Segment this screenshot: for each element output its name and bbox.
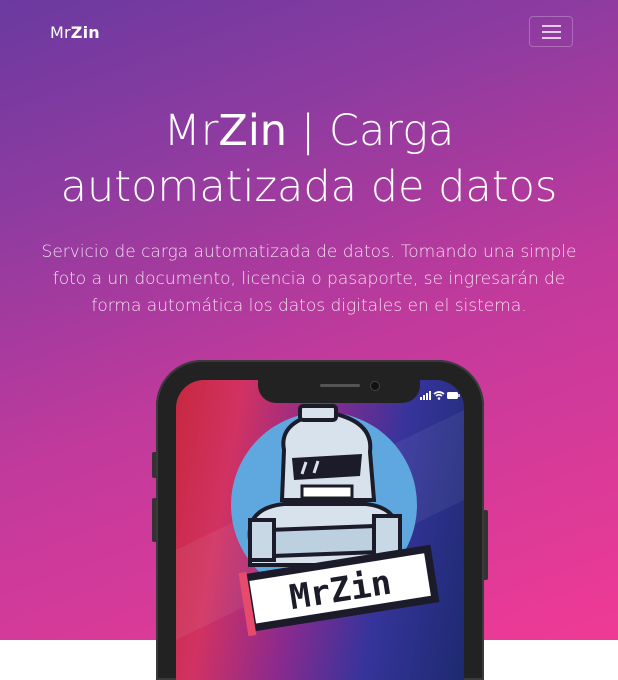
- signal-icon: [420, 391, 431, 400]
- speaker-icon: [320, 384, 360, 387]
- battery-icon: [447, 392, 460, 399]
- wifi-icon: [433, 391, 445, 400]
- navbar-brand[interactable]: MrZin: [50, 23, 100, 42]
- title-separator: |: [300, 106, 316, 156]
- title-line2: automatizada de datos: [60, 162, 558, 212]
- hamburger-icon: [542, 25, 561, 27]
- title-brand-mr: Mr: [163, 106, 219, 156]
- title-line1-rest: Carga: [328, 106, 455, 156]
- phone-notch: [258, 380, 420, 403]
- brand-suffix: Zin: [70, 23, 100, 42]
- status-bar-icons: [420, 391, 460, 400]
- navbar: MrZin: [0, 0, 618, 66]
- brand-prefix: Mr: [50, 23, 71, 42]
- hero-subtitle: Servicio de carga automatizada de datos.…: [41, 242, 577, 316]
- camera-icon: [370, 381, 380, 391]
- page-title: MrZin | Carga automatizada de datos: [20, 103, 598, 215]
- mrzin-robot-logo: MrZin: [176, 404, 464, 640]
- title-brand-zin: Zin: [218, 106, 288, 156]
- phone-screen: MrZin: [176, 380, 464, 680]
- phone-mockup: MrZin: [152, 360, 488, 680]
- navbar-toggle-button[interactable]: [529, 16, 573, 47]
